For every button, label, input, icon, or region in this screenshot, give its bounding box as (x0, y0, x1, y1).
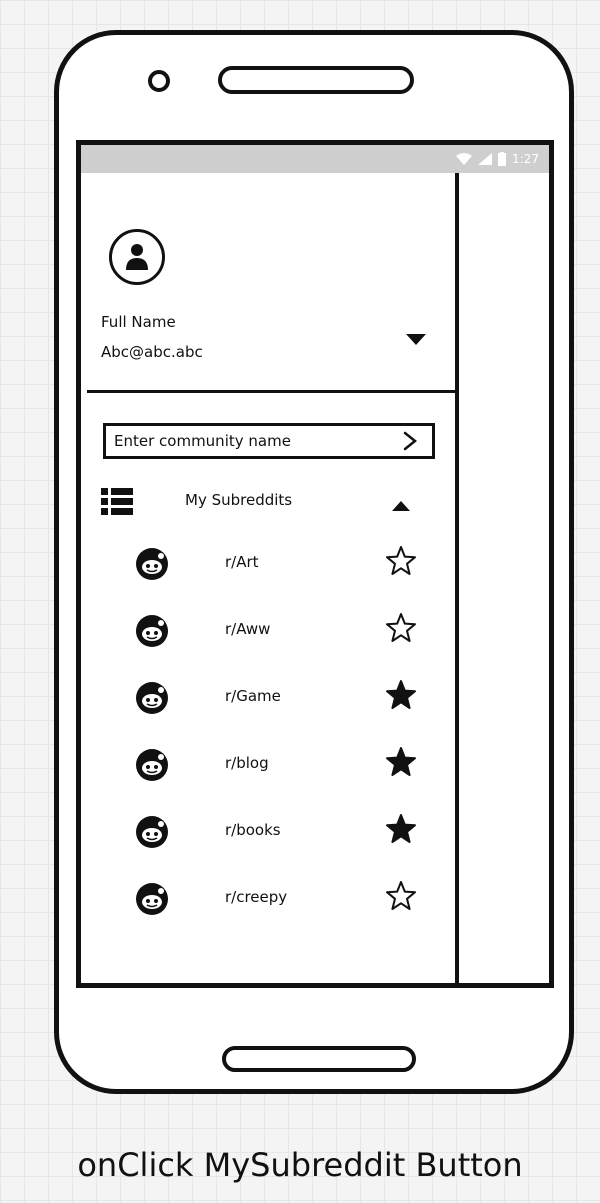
reddit-alien-icon (135, 614, 169, 652)
star-filled-icon[interactable] (385, 746, 417, 782)
star-outline-icon[interactable] (385, 612, 417, 648)
subreddit-name: r/Art (225, 553, 259, 571)
reddit-alien-icon (135, 547, 169, 585)
star-outline-icon[interactable] (385, 880, 417, 916)
subreddit-name: r/blog (225, 754, 269, 772)
subreddit-name: r/Aww (225, 620, 271, 638)
my-subreddits-title: My Subreddits (185, 491, 293, 509)
subreddit-name: r/Game (225, 687, 281, 705)
subreddit-item[interactable]: r/Art (87, 543, 455, 610)
community-search-input[interactable] (106, 426, 386, 456)
star-filled-icon[interactable] (385, 679, 417, 715)
star-outline-icon[interactable] (385, 545, 417, 581)
wifi-icon (456, 153, 473, 165)
home-button[interactable] (222, 1046, 416, 1072)
subreddit-item[interactable]: r/Game (87, 677, 455, 744)
community-search-box (103, 423, 435, 459)
subreddit-item[interactable]: r/Aww (87, 610, 455, 677)
caret-up-icon (391, 497, 411, 516)
avatar[interactable] (109, 229, 165, 285)
speaker-grille (218, 66, 414, 94)
user-icon (126, 244, 148, 270)
reddit-alien-icon (135, 882, 169, 920)
signal-icon (478, 153, 493, 165)
phone-screen: 1:27 Full Name Abc@abc.abc Enter communi… (76, 140, 554, 988)
reddit-alien-icon (135, 815, 169, 853)
my-subreddits-button[interactable]: My Subreddits (87, 479, 455, 523)
chevron-right-icon[interactable] (402, 431, 418, 451)
profile-email: Abc@abc.abc (101, 343, 203, 361)
status-time: 1:27 (512, 152, 539, 166)
subreddit-name: r/books (225, 821, 281, 839)
reddit-alien-icon (135, 681, 169, 719)
reddit-alien-icon (135, 748, 169, 786)
subreddit-name: r/creepy (225, 888, 288, 906)
navigation-drawer: Full Name Abc@abc.abc Enter community na… (87, 173, 459, 983)
subreddit-item[interactable]: r/books (87, 811, 455, 878)
subreddit-item[interactable]: r/creepy (87, 878, 455, 945)
camera-icon (148, 70, 170, 92)
battery-icon (498, 152, 507, 166)
subreddit-item[interactable]: r/blog (87, 744, 455, 811)
star-filled-icon[interactable] (385, 813, 417, 849)
status-bar: 1:27 (81, 145, 549, 173)
page-caption: onClick MySubreddit Button (77, 1146, 523, 1184)
subreddit-list: r/Art r/Aww r/Game r/blog r/books r/creepy (87, 543, 455, 945)
drawer-header: Full Name Abc@abc.abc (87, 173, 455, 393)
profile-full-name: Full Name (101, 313, 176, 331)
list-icon (101, 487, 133, 519)
caret-down-icon[interactable] (405, 331, 427, 345)
